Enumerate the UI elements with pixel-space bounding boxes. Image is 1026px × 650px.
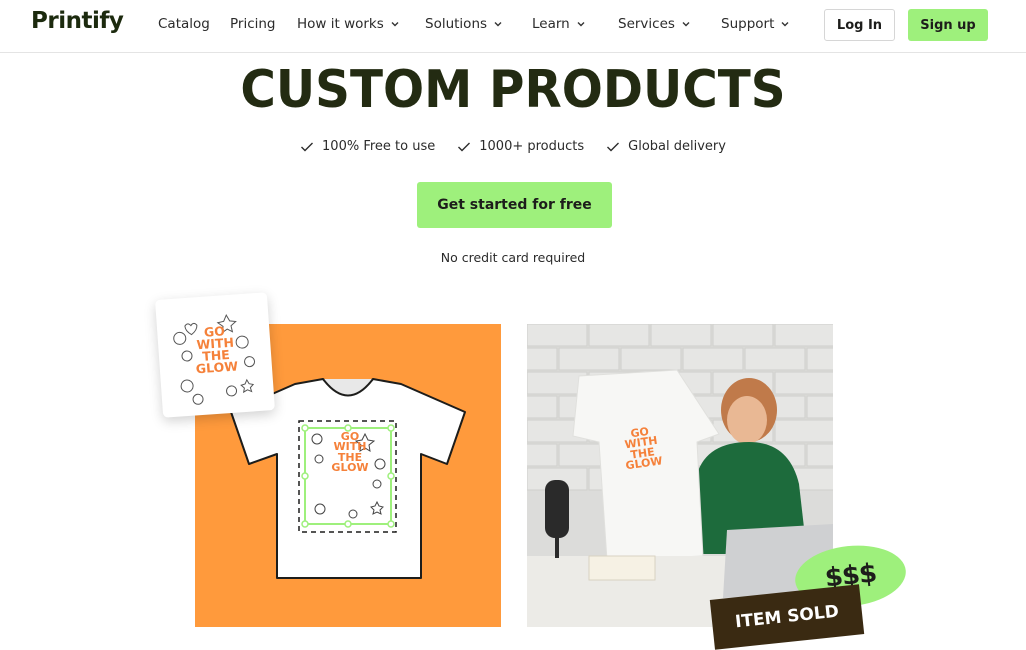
chevron-down-icon	[577, 22, 585, 27]
signup-button[interactable]: Sign up	[908, 9, 988, 41]
chevron-down-icon	[781, 22, 789, 27]
nav-solutions[interactable]: Solutions	[425, 16, 503, 32]
feature-item: 1000+ products	[457, 139, 584, 154]
chevron-down-icon	[391, 22, 399, 27]
nav-solutions-label: Solutions	[425, 16, 488, 32]
design-sticker-card: GO WITH THE GLOW	[155, 292, 275, 418]
nav-catalog[interactable]: Catalog	[158, 16, 210, 32]
check-icon	[301, 142, 314, 151]
nav-support[interactable]: Support	[721, 16, 790, 32]
nav-learn-label: Learn	[532, 16, 570, 32]
shirt-design-text: GO WITH THE GLOW	[323, 431, 377, 475]
chevron-down-icon	[682, 22, 690, 27]
feature-item: Global delivery	[606, 139, 726, 154]
seller-photo-illustration	[527, 324, 833, 627]
item-sold-text: ITEM SOLD	[734, 601, 840, 633]
login-button[interactable]: Log In	[824, 9, 895, 41]
chevron-down-icon	[494, 22, 502, 27]
design-line: GLOW	[195, 358, 239, 376]
printify-logo[interactable]: Printify	[31, 8, 124, 34]
nav-services-label: Services	[618, 16, 675, 32]
feature-label: Global delivery	[628, 139, 726, 154]
nav-how-it-works[interactable]: How it works	[297, 16, 400, 32]
nav-catalog-label: Catalog	[158, 16, 210, 32]
nav-pricing[interactable]: Pricing	[230, 16, 276, 32]
held-shirt-design-text: GO WITH THE GLOW	[616, 425, 667, 473]
page-title: CUSTOM PRODUCTS	[240, 60, 786, 120]
feature-list: 100% Free to use 1000+ products Global d…	[0, 139, 1026, 154]
top-navigation: Printify Catalog Pricing How it works So…	[0, 0, 1026, 53]
design-line: GLOW	[331, 461, 369, 475]
check-icon	[458, 142, 471, 151]
get-started-button[interactable]: Get started for free	[417, 182, 612, 228]
feature-item: 100% Free to use	[300, 139, 435, 154]
seller-photo: GO WITH THE GLOW	[527, 324, 833, 627]
sticker-design-text: GO WITH THE GLOW	[189, 323, 242, 376]
nav-services[interactable]: Services	[618, 16, 691, 32]
nav-how-it-works-label: How it works	[297, 16, 384, 32]
no-credit-card-note: No credit card required	[440, 250, 586, 265]
feature-label: 100% Free to use	[322, 139, 436, 154]
feature-label: 1000+ products	[479, 139, 585, 154]
nav-support-label: Support	[721, 16, 775, 32]
nav-pricing-label: Pricing	[230, 16, 276, 32]
check-icon	[607, 142, 620, 151]
nav-learn[interactable]: Learn	[532, 16, 586, 32]
